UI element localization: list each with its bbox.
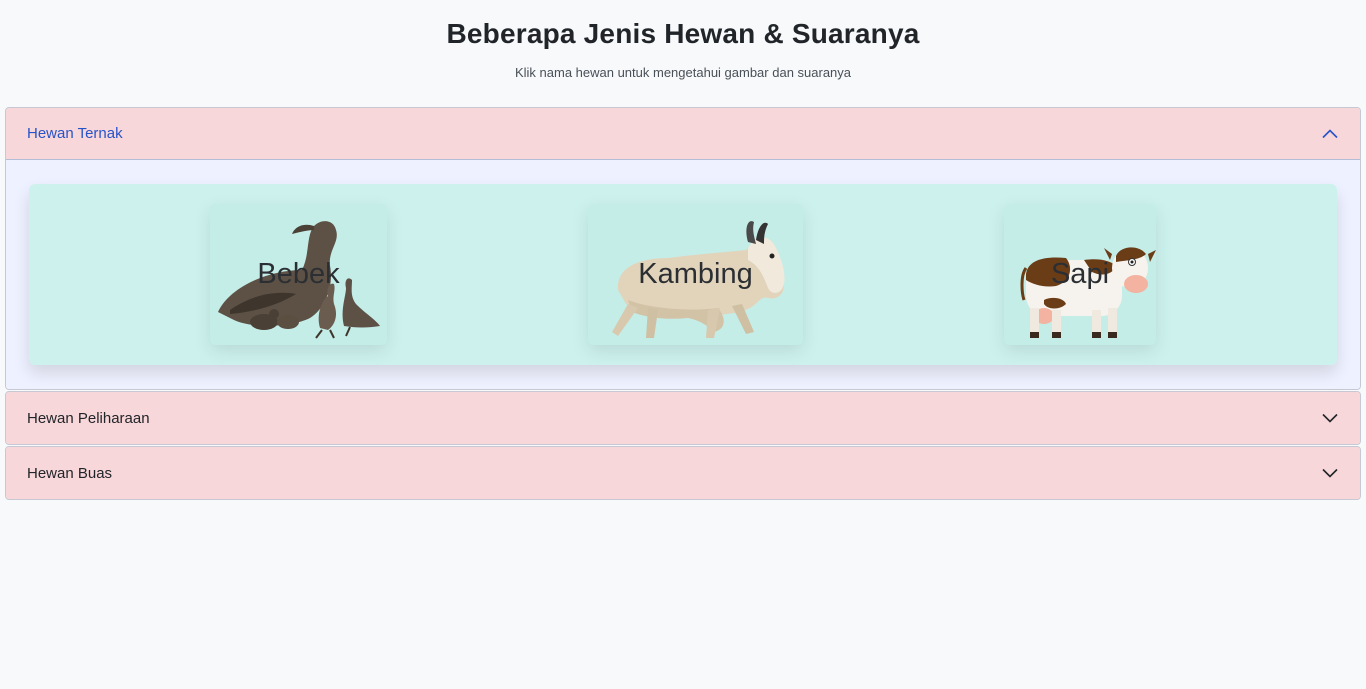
chevron-down-icon — [1322, 468, 1338, 478]
animal-accordion: Hewan Ternak Bebek Kambing Sapi Hewan Pe… — [5, 107, 1361, 501]
accordion-header-label: Hewan Ternak — [27, 125, 123, 142]
page-title: Beberapa Jenis Hewan & Suaranya — [446, 18, 920, 49]
animal-name-bebek: Bebek — [257, 258, 340, 290]
chevron-down-icon — [1322, 413, 1338, 423]
accordion-item-hewan-peliharaan: Hewan Peliharaan — [5, 391, 1361, 445]
accordion-item-hewan-buas: Hewan Buas — [5, 446, 1361, 500]
animal-card-sapi[interactable]: Sapi — [1004, 204, 1156, 345]
page-subtitle: Klik nama hewan untuk mengetahui gambar … — [514, 65, 852, 80]
animal-card-bebek[interactable]: Bebek — [210, 204, 387, 345]
accordion-body-hewan-ternak: Bebek Kambing Sapi — [6, 160, 1360, 389]
accordion-header-hewan-peliharaan[interactable]: Hewan Peliharaan — [6, 392, 1360, 444]
animal-panel: Bebek Kambing Sapi — [29, 184, 1337, 365]
chevron-up-icon — [1322, 128, 1338, 138]
accordion-header-label: Hewan Peliharaan — [27, 409, 150, 427]
animal-name-sapi: Sapi — [1050, 258, 1110, 290]
accordion-header-hewan-ternak[interactable]: Hewan Ternak — [6, 108, 1360, 160]
accordion-header-hewan-buas[interactable]: Hewan Buas — [6, 447, 1360, 499]
animal-card-kambing[interactable]: Kambing — [588, 204, 803, 345]
accordion-item-hewan-ternak: Hewan Ternak Bebek Kambing Sapi — [5, 107, 1361, 390]
animal-name-kambing: Kambing — [638, 258, 753, 290]
accordion-header-label: Hewan Buas — [27, 464, 113, 482]
